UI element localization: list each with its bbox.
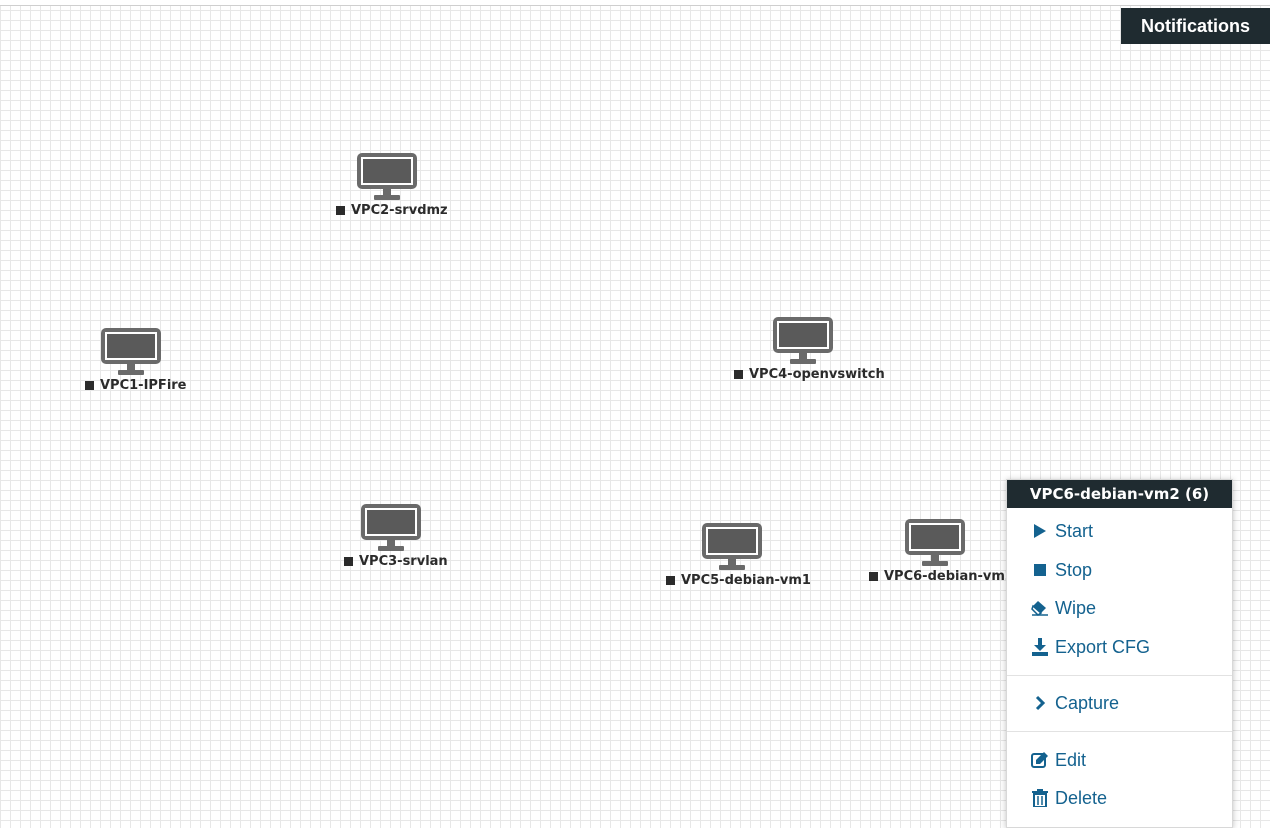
eraser-icon — [1031, 599, 1049, 617]
monitor-icon — [361, 504, 421, 551]
status-square-icon — [734, 370, 743, 379]
notifications-button[interactable]: Notifications — [1121, 8, 1270, 44]
status-square-icon — [85, 381, 94, 390]
play-icon — [1031, 522, 1049, 540]
monitor-icon — [357, 153, 417, 200]
chevron-right-icon — [1031, 694, 1049, 712]
status-square-icon — [344, 557, 353, 566]
node-label: VPC2-srvdmz — [336, 203, 448, 218]
menu-separator — [1007, 731, 1232, 732]
menu-item-capture[interactable]: Capture — [1031, 690, 1119, 716]
node-label-text: VPC3-srvlan — [359, 554, 448, 569]
context-menu-title: VPC6-debian-vm2 (6) — [1007, 480, 1232, 508]
menu-item-label: Delete — [1055, 787, 1108, 808]
node-context-menu: VPC6-debian-vm2 (6) Start Stop Wipe Expo… — [1006, 479, 1233, 828]
stop-icon — [1031, 561, 1049, 579]
node-label-text: VPC1-IPFire — [100, 378, 187, 393]
status-square-icon — [869, 572, 878, 581]
download-icon — [1031, 638, 1049, 656]
edit-icon — [1031, 751, 1049, 769]
menu-item-label: Export CFG — [1055, 636, 1151, 657]
menu-item-wipe[interactable]: Wipe — [1031, 595, 1096, 621]
menu-item-start[interactable]: Start — [1031, 518, 1093, 544]
status-square-icon — [666, 576, 675, 585]
menu-item-stop[interactable]: Stop — [1031, 557, 1092, 583]
menu-item-label: Capture — [1055, 692, 1120, 713]
top-border — [0, 0, 1270, 6]
monitor-icon — [905, 519, 965, 566]
node-label: VPC3-srvlan — [344, 554, 448, 569]
menu-item-edit[interactable]: Edit — [1031, 747, 1086, 773]
monitor-icon — [702, 523, 762, 570]
menu-item-label: Edit — [1055, 749, 1087, 770]
node-label-text: VPC2-srvdmz — [351, 203, 448, 218]
menu-item-delete[interactable]: Delete — [1031, 785, 1107, 811]
node-label: VPC5-debian-vm1 — [666, 573, 811, 588]
menu-item-label: Start — [1055, 520, 1094, 541]
node-label: VPC4-openvswitch — [734, 367, 885, 382]
menu-item-label: Wipe — [1055, 597, 1097, 618]
monitor-icon — [101, 328, 161, 375]
status-square-icon — [336, 206, 345, 215]
monitor-icon — [773, 317, 833, 364]
node-label: VPC1-IPFire — [85, 378, 187, 393]
node-label-text: VPC5-debian-vm1 — [681, 573, 811, 588]
node-label: VPC6-debian-vm2 — [869, 569, 1014, 584]
menu-item-export-cfg[interactable]: Export CFG — [1031, 634, 1150, 660]
node-label-text: VPC6-debian-vm2 — [884, 569, 1014, 584]
menu-item-label: Stop — [1055, 559, 1093, 580]
node-label-text: VPC4-openvswitch — [749, 367, 885, 382]
trash-icon — [1031, 789, 1049, 807]
menu-separator — [1007, 675, 1232, 676]
